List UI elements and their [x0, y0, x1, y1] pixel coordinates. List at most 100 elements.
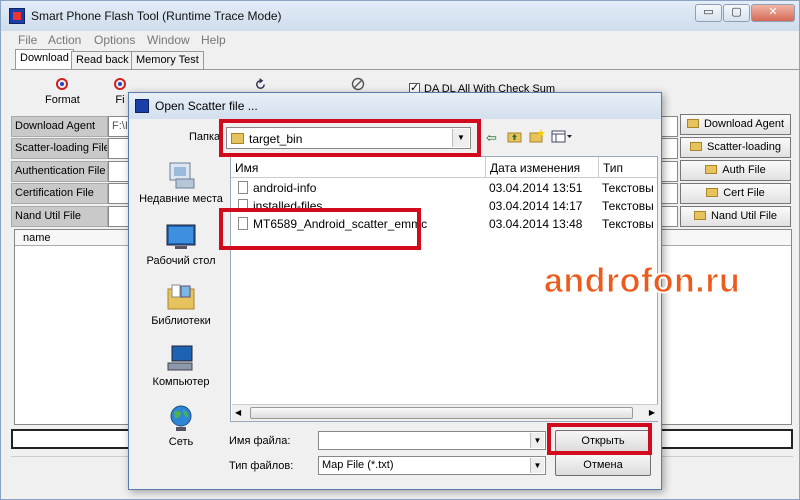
menu-bar: File Action Options Window Help — [1, 31, 799, 49]
place-recent[interactable]: Недавние места — [137, 161, 225, 206]
new-folder-icon[interactable] — [529, 129, 545, 143]
firmware-label: Fi — [115, 94, 125, 106]
libraries-icon — [167, 284, 195, 310]
place-libraries[interactable]: Библиотеки — [137, 283, 225, 328]
menu-file[interactable]: File — [18, 33, 37, 47]
restore-button[interactable]: ▢ — [723, 4, 750, 22]
menu-window[interactable]: Window — [147, 33, 190, 47]
chevron-down-icon[interactable]: ▼ — [530, 458, 544, 473]
open-button-highlight-box — [547, 423, 652, 455]
nand-util-field-end[interactable] — [661, 206, 678, 227]
file-type: Текстовы — [602, 181, 654, 195]
file-date: 03.04.2014 13:48 — [489, 217, 583, 231]
column-date[interactable]: Дата изменения — [486, 157, 599, 178]
cert-file-label: Certification File — [11, 183, 108, 204]
firmware-icon — [114, 78, 126, 90]
cert-file-button-label: Cert File — [723, 187, 765, 199]
filetype-label: Тип файлов: — [229, 460, 294, 472]
dialog-title-bar: Open Scatter file ... — [129, 93, 661, 119]
file-row[interactable]: android-info 03.04.2014 13:51 Текстовы — [231, 179, 657, 197]
nand-util-button[interactable]: Nand Util File — [680, 206, 791, 227]
scroll-thumb[interactable] — [250, 407, 633, 419]
firmware-button[interactable]: Fi — [113, 77, 127, 106]
tab-download[interactable]: Download — [15, 49, 74, 70]
refresh-icon[interactable] — [254, 78, 267, 91]
file-type: Текстовы — [602, 199, 654, 213]
stop-icon[interactable] — [351, 77, 365, 91]
app-icon — [9, 8, 25, 24]
dialog-app-icon — [135, 99, 149, 113]
scroll-left-icon[interactable]: ◀ — [235, 408, 241, 417]
menu-action[interactable]: Action — [48, 33, 81, 47]
folder-icon — [690, 142, 702, 151]
folder-icon — [705, 165, 718, 174]
place-desktop-label: Рабочий стол — [146, 255, 216, 267]
place-libraries-label: Библиотеки — [151, 315, 211, 327]
column-name[interactable]: Имя — [231, 157, 486, 178]
folder-highlight-box — [219, 119, 481, 157]
place-network[interactable]: Сеть — [137, 404, 225, 449]
tab-memory-test[interactable]: Memory Test — [131, 51, 204, 70]
file-name: android-info — [253, 181, 317, 195]
cert-file-button[interactable]: Cert File — [680, 183, 791, 204]
format-icon — [56, 78, 69, 90]
column-type[interactable]: Тип — [599, 157, 657, 178]
menu-options[interactable]: Options — [94, 33, 135, 47]
file-date: 03.04.2014 14:17 — [489, 199, 583, 213]
scroll-right-icon[interactable]: ▶ — [649, 408, 655, 417]
menu-help[interactable]: Help — [201, 33, 226, 47]
network-globe-icon — [170, 405, 192, 431]
tab-read-back[interactable]: Read back — [71, 51, 134, 70]
back-arrow-icon[interactable]: ⇦ — [486, 130, 497, 146]
place-computer[interactable]: Компьютер — [137, 344, 225, 389]
scatter-loading-button[interactable]: Scatter-loading — [680, 137, 791, 158]
format-label: Format — [45, 94, 80, 106]
list-header-name[interactable]: name — [23, 232, 51, 244]
place-network-label: Сеть — [168, 436, 194, 448]
filetype-value: Map File (*.txt) — [322, 459, 394, 471]
filename-label: Имя файла: — [229, 435, 291, 447]
chevron-down-icon[interactable]: ▼ — [530, 433, 544, 448]
file-date: 03.04.2014 13:51 — [489, 181, 583, 195]
download-agent-label: Download Agent — [11, 116, 108, 137]
folder-icon — [693, 211, 706, 220]
filetype-select[interactable]: Map File (*.txt) ▼ — [318, 456, 546, 475]
folder-icon — [706, 188, 719, 197]
auth-file-button-label: Auth File — [722, 164, 766, 176]
computer-icon — [167, 345, 193, 371]
watermark: androfon.ru — [543, 262, 741, 301]
download-agent-button-label: Download Agent — [703, 118, 785, 130]
folder-icon — [686, 119, 699, 128]
text-file-icon — [238, 181, 248, 194]
place-recent-label: Недавние места — [139, 193, 223, 205]
place-computer-label: Компьютер — [152, 376, 210, 388]
download-agent-button[interactable]: Download Agent — [680, 114, 791, 135]
place-desktop[interactable]: Рабочий стол — [137, 223, 225, 268]
scatter-file-highlight-box — [219, 208, 421, 250]
horizontal-scrollbar[interactable]: ◀ ▶ — [232, 404, 658, 421]
cert-file-field-end[interactable] — [661, 183, 678, 204]
nand-util-button-label: Nand Util File — [710, 210, 778, 222]
up-folder-icon[interactable] — [507, 130, 522, 143]
filename-input[interactable]: ▼ — [318, 431, 546, 450]
title-bar: Smart Phone Flash Tool (Runtime Trace Mo… — [1, 1, 799, 31]
auth-file-field-end[interactable] — [661, 161, 678, 182]
scatter-loading-button-label: Scatter-loading — [707, 141, 781, 153]
dialog-title: Open Scatter file ... — [155, 99, 258, 113]
window-title: Smart Phone Flash Tool (Runtime Trace Mo… — [31, 9, 282, 23]
close-button[interactable]: ✕ — [751, 4, 795, 22]
format-button[interactable]: Format — [45, 77, 80, 106]
auth-file-label: Authentication File — [11, 161, 108, 182]
scatter-file-field-end[interactable] — [661, 138, 678, 159]
nand-util-label: Nand Util File — [11, 206, 108, 227]
recent-places-icon — [169, 162, 195, 189]
minimize-button[interactable]: ▭ — [695, 4, 722, 22]
cancel-button[interactable]: Отмена — [555, 454, 651, 476]
auth-file-button[interactable]: Auth File — [680, 160, 791, 181]
desktop-icon — [166, 224, 196, 249]
places-bar: Недавние места Рабочий стол Библиотеки К… — [137, 157, 225, 482]
download-agent-field-end[interactable] — [661, 116, 678, 137]
scatter-file-label: Scatter-loading File — [11, 138, 108, 159]
view-menu-icon[interactable] — [551, 130, 573, 143]
file-type: Текстовы — [602, 217, 654, 231]
